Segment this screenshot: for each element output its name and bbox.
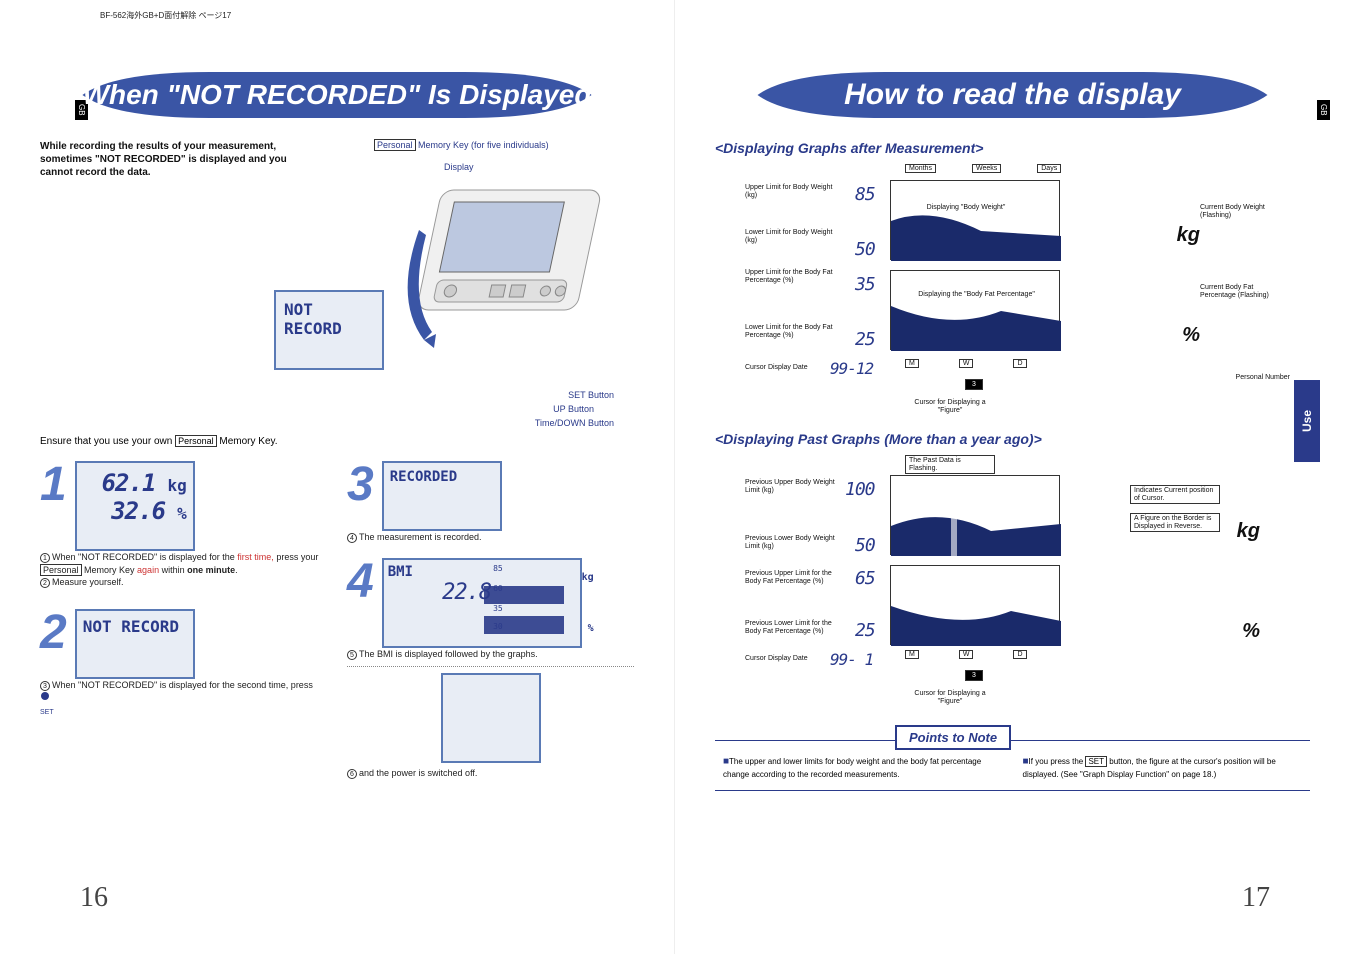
step-4-lcd: BMI 22.8 85 60 35 30 kg % bbox=[382, 558, 582, 648]
prev-upper-f-label: Previous Upper Limit for the Body Fat Pe… bbox=[745, 570, 835, 585]
step-3: 3 RECORDED bbox=[347, 461, 634, 531]
step-1: 1 62.1 kg 32.6 % bbox=[40, 461, 327, 551]
file-path-header: BF-562海外GB+D面付解除 ページ17 bbox=[100, 10, 231, 21]
manual-spread: GB GB Use BF-562海外GB+D面付解除 ページ17 When "N… bbox=[0, 0, 1350, 954]
ensure-line: Ensure that you use your own Personal Me… bbox=[40, 436, 634, 447]
points-to-note: Points to Note ■The upper and lower limi… bbox=[715, 725, 1310, 791]
prev-lower-f-label: Previous Lower Limit for the Body Fat Pe… bbox=[745, 620, 835, 635]
current-weight-label: Current Body Weight (Flashing) bbox=[1200, 204, 1290, 219]
step-2-text: 3When "NOT RECORDED" is displayed for th… bbox=[40, 679, 327, 718]
step-4-text: 5The BMI is displayed followed by the gr… bbox=[347, 648, 634, 661]
step-4: 4 BMI 22.8 85 60 35 30 kg bbox=[347, 558, 634, 648]
points-title: Points to Note bbox=[895, 725, 1011, 750]
weeks-btn: Weeks bbox=[972, 164, 1001, 173]
graph-display-2: The Past Data is Flashing. Previous Uppe… bbox=[715, 455, 1310, 705]
cursor-date-label-2: Cursor Display Date bbox=[745, 655, 808, 663]
personal-key-boxed: Personal bbox=[374, 139, 416, 151]
right-banner-text: How to read the display bbox=[844, 78, 1181, 112]
step-5-text: 6and the power is switched off. bbox=[347, 767, 634, 780]
step-5-lcd bbox=[441, 673, 541, 763]
step-1-text2: 2Measure yourself. bbox=[40, 576, 327, 589]
section1-heading: <Displaying Graphs after Measurement> bbox=[715, 140, 1310, 156]
device-icon bbox=[404, 180, 624, 360]
display-callout: Display bbox=[444, 162, 474, 172]
right-banner: How to read the display bbox=[715, 70, 1310, 120]
current-fat-label: Current Body Fat Percentage (Flashing) bbox=[1200, 284, 1290, 299]
page-16: BF-562海外GB+D面付解除 ページ17 When "NOT RECORDE… bbox=[0, 0, 675, 954]
points-item-1: ■The upper and lower limits for body wei… bbox=[723, 755, 1003, 780]
step-1-text1: 1When "NOT RECORDED" is displayed for th… bbox=[40, 551, 327, 576]
time-down-button-callout: Time/DOWN Button bbox=[535, 418, 614, 428]
lower-fat-label: Lower Limit for the Body Fat Percentage … bbox=[745, 324, 835, 339]
cursor-figure-label-1: Cursor for Displaying a "Figure" bbox=[905, 399, 995, 414]
graph-display-1: Months Weeks Days Upper Limit for Body W… bbox=[715, 164, 1310, 419]
upper-weight-label: Upper Limit for Body Weight (kg) bbox=[745, 184, 835, 199]
left-banner-text: When "NOT RECORDED" Is Displayed bbox=[83, 79, 592, 111]
lower-weight-label: Lower Limit for Body Weight (kg) bbox=[745, 229, 835, 244]
step-3-num: 3 bbox=[347, 461, 374, 509]
steps-right-col: 3 RECORDED 4The measurement is recorded.… bbox=[347, 453, 634, 780]
ind-cursor-label: Indicates Current position of Cursor. bbox=[1130, 485, 1220, 504]
points-item-2: ■If you press the SET button, the figure… bbox=[1023, 755, 1303, 780]
intro-paragraph: While recording the results of your meas… bbox=[40, 140, 290, 430]
days-btn: Days bbox=[1037, 164, 1061, 173]
step-3-text: 4The measurement is recorded. bbox=[347, 531, 634, 544]
weight-graph-icon bbox=[891, 181, 1061, 261]
step-2: 2 NOT RECORD bbox=[40, 609, 327, 679]
step-1-lcd: 62.1 kg 32.6 % bbox=[75, 461, 195, 551]
page-number-left: 16 bbox=[80, 882, 108, 914]
set-button-callout: SET Button bbox=[568, 390, 614, 400]
left-banner: When "NOT RECORDED" Is Displayed bbox=[40, 70, 634, 120]
fig-reverse-label: A Figure on the Border is Displayed in R… bbox=[1130, 513, 1220, 532]
months-btn: Months bbox=[905, 164, 936, 173]
past-flash-label: The Past Data is Flashing. bbox=[905, 455, 995, 474]
device-lcd-not-record: NOT RECORD bbox=[274, 290, 384, 370]
set-dot-icon bbox=[40, 691, 50, 701]
past-weight-graph-icon bbox=[891, 476, 1061, 556]
upper-fat-label: Upper Limit for the Body Fat Percentage … bbox=[745, 269, 835, 284]
fat-graph-icon bbox=[891, 271, 1061, 351]
personal-number-badge: 3 bbox=[965, 379, 983, 390]
personal-number-label: Personal Number bbox=[1236, 374, 1290, 382]
device-diagram: Personal Memory Key (for five individual… bbox=[374, 140, 634, 430]
step-2-lcd: NOT RECORD bbox=[75, 609, 195, 679]
steps-left-col: 1 62.1 kg 32.6 % 1When "NOT RECORDED" is… bbox=[40, 453, 327, 780]
past-fat-graph-icon bbox=[891, 566, 1061, 646]
page-number-right: 17 bbox=[1242, 882, 1270, 914]
up-button-callout: UP Button bbox=[553, 404, 594, 414]
step-4-num: 4 bbox=[347, 558, 374, 606]
prev-lower-w-label: Previous Lower Body Weight Limit (kg) bbox=[745, 535, 835, 550]
cursor-date-label: Cursor Display Date bbox=[745, 364, 808, 372]
personal-key-text: Memory Key (for five individuals) bbox=[418, 140, 549, 150]
section2-heading: <Displaying Past Graphs (More than a yea… bbox=[715, 431, 1310, 447]
cursor-figure-label-2: Cursor for Displaying a "Figure" bbox=[905, 690, 995, 705]
step-1-num: 1 bbox=[40, 461, 67, 509]
step-3-lcd: RECORDED bbox=[382, 461, 502, 531]
page-17: How to read the display <Displaying Grap… bbox=[675, 0, 1350, 954]
prev-upper-w-label: Previous Upper Body Weight Limit (kg) bbox=[745, 479, 835, 494]
step-2-num: 2 bbox=[40, 609, 67, 657]
personal-number-badge-2: 3 bbox=[965, 670, 983, 681]
steps-row: 1 62.1 kg 32.6 % 1When "NOT RECORDED" is… bbox=[40, 453, 634, 780]
